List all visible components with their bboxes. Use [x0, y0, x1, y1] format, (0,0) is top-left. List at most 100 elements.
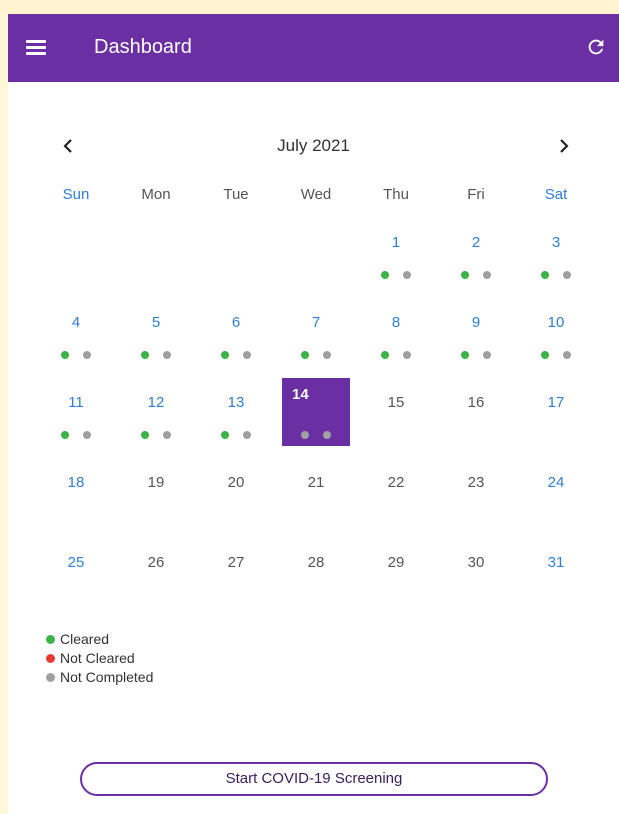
legend-label: Cleared: [60, 631, 110, 647]
calendar-day[interactable]: 29: [356, 542, 436, 616]
calendar-day[interactable]: 30: [436, 542, 516, 616]
weekday-label: Thu: [383, 186, 409, 203]
status-dots: [516, 266, 596, 279]
not-completed-dot: [243, 431, 251, 439]
calendar-day[interactable]: 27: [196, 542, 276, 616]
not-completed-dot: [323, 351, 331, 359]
calendar-day[interactable]: 22: [356, 462, 436, 536]
calendar-day[interactable]: 24: [516, 462, 596, 536]
weekday-label: Wed: [300, 186, 332, 203]
day-number: 2: [471, 234, 481, 251]
app-bar: Dashboard: [8, 14, 619, 82]
calendar-day[interactable]: 5: [116, 302, 196, 376]
not-completed-dot: [83, 431, 91, 439]
status-legend: Cleared Not Cleared Not Completed: [46, 630, 153, 687]
calendar-day[interactable]: 15: [356, 382, 436, 456]
calendar-day[interactable]: 3: [516, 222, 596, 296]
day-number: 6: [231, 314, 241, 331]
refresh-icon[interactable]: [585, 36, 607, 58]
day-number: 28: [307, 554, 325, 571]
calendar-day[interactable]: 1: [356, 222, 436, 296]
day-number: 25: [67, 554, 85, 571]
status-dots: [356, 346, 436, 359]
status-dots: [516, 346, 596, 359]
calendar-day[interactable]: 4: [36, 302, 116, 376]
calendar-day[interactable]: 16: [436, 382, 516, 456]
calendar-day[interactable]: 10: [516, 302, 596, 376]
status-dots: [196, 426, 276, 439]
calendar-day[interactable]: 21: [276, 462, 356, 536]
day-number: 11: [68, 394, 84, 411]
calendar-day[interactable]: 8: [356, 302, 436, 376]
not-completed-dot: [243, 351, 251, 359]
calendar-day[interactable]: 26: [116, 542, 196, 616]
day-number: 13: [227, 394, 245, 411]
cleared-dot: [541, 351, 549, 359]
day-number: 7: [311, 314, 321, 331]
not-completed-dot: [163, 431, 171, 439]
calendar-day[interactable]: 2: [436, 222, 516, 296]
cleared-dot: [461, 271, 469, 279]
weekday-label: Sat: [544, 186, 568, 203]
calendar-day[interactable]: 28: [276, 542, 356, 616]
weekday-label: Sun: [62, 186, 90, 203]
day-number: 10: [547, 314, 565, 331]
day-number: 3: [551, 234, 561, 251]
legend-dot: [46, 654, 55, 663]
weekday-label: Fri: [467, 186, 485, 203]
legend-label: Not Cleared: [60, 650, 135, 666]
status-dots: [36, 346, 116, 359]
calendar-day[interactable]: 20: [196, 462, 276, 536]
cleared-dot: [61, 351, 69, 359]
day-number: 17: [547, 394, 565, 411]
calendar-day[interactable]: 12: [116, 382, 196, 456]
legend-dot: [46, 673, 55, 682]
not-completed-dot: [403, 351, 411, 359]
calendar-day[interactable]: 9: [436, 302, 516, 376]
page-title: Dashboard: [94, 36, 192, 58]
legend-item: Not Cleared: [46, 649, 153, 668]
not-completed-dot: [163, 351, 171, 359]
calendar-day[interactable]: 25: [36, 542, 116, 616]
calendar-day[interactable]: 13: [196, 382, 276, 456]
day-number: 22: [387, 474, 405, 491]
calendar-day[interactable]: 19: [116, 462, 196, 536]
calendar-day[interactable]: 7: [276, 302, 356, 376]
calendar-day[interactable]: 23: [436, 462, 516, 536]
start-screening-button[interactable]: Start COVID-19 Screening: [80, 762, 548, 796]
not-completed-dot: [563, 271, 571, 279]
month-label: July 2021: [277, 136, 350, 155]
menu-icon[interactable]: [26, 40, 46, 56]
calendar-day[interactable]: 17: [516, 382, 596, 456]
day-number: 18: [67, 474, 85, 491]
day-number: 4: [71, 314, 81, 331]
cleared-dot: [381, 351, 389, 359]
status-dots: [276, 346, 356, 359]
bottom-action-bar: Start COVID-19 Screening: [8, 738, 619, 814]
dashboard-content: July 2021 Sun Mon Tue Wed Thu Fri Sat 12345678…: [8, 82, 619, 814]
calendar-day-selected[interactable]: 14: [282, 378, 350, 446]
not-completed-dot: [403, 271, 411, 279]
cleared-dot: [381, 271, 389, 279]
day-number: 8: [391, 314, 401, 331]
day-number: 21: [307, 474, 325, 491]
calendar-grid: 1 2 3 4 5 6 7 8 9 10 11 12 13 14 15 16 17 18 19 20 21 22 23 24 2…: [36, 222, 596, 622]
not-completed-dot: [83, 351, 91, 359]
legend-item: Not Completed: [46, 668, 153, 687]
left-edge: [0, 14, 8, 814]
day-number: 26: [147, 554, 165, 571]
day-number: 23: [467, 474, 485, 491]
calendar-day[interactable]: 6: [196, 302, 276, 376]
calendar-day[interactable]: 18: [36, 462, 116, 536]
day-number: 19: [147, 474, 165, 491]
cleared-dot: [221, 431, 229, 439]
status-dots: [356, 266, 436, 279]
calendar-day[interactable]: 11: [36, 382, 116, 456]
status-dots: [282, 426, 350, 439]
chevron-right-icon[interactable]: [552, 134, 576, 158]
status-dots: [116, 426, 196, 439]
not-completed-dot: [483, 351, 491, 359]
calendar-day[interactable]: 31: [516, 542, 596, 616]
cleared-dot: [61, 431, 69, 439]
day-number: 24: [547, 474, 565, 491]
